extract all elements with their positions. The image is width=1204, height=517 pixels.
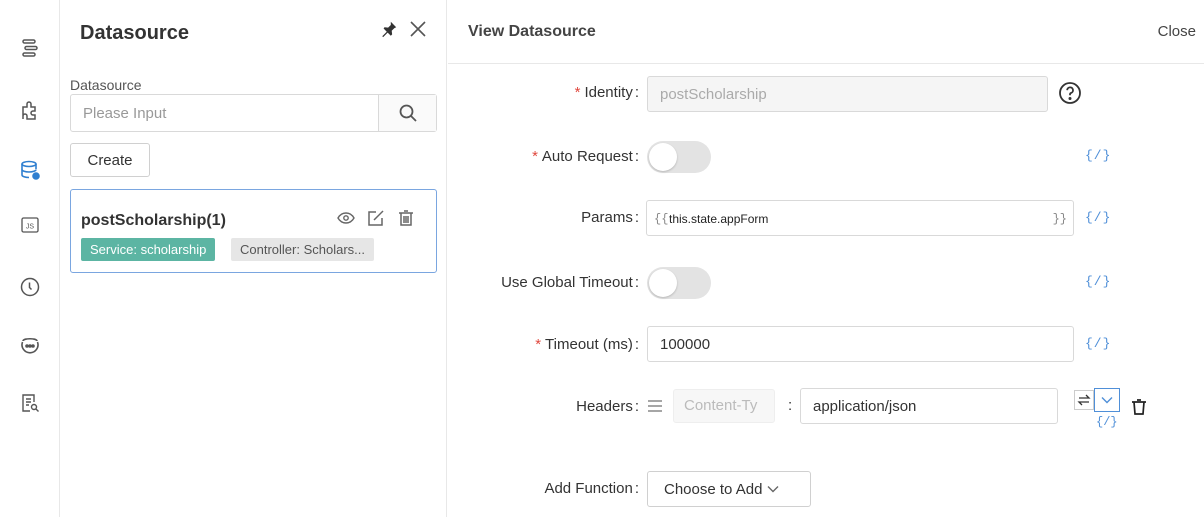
identity-label: * Identity: — [575, 84, 639, 101]
service-tag: Service: scholarship — [81, 238, 216, 261]
edit-icon[interactable] — [365, 207, 387, 229]
help-icon[interactable] — [1058, 81, 1082, 105]
close-panel-icon[interactable] — [407, 18, 429, 40]
card-actions — [335, 207, 417, 229]
identity-input — [647, 76, 1048, 112]
global-timeout-toggle[interactable] — [647, 267, 711, 299]
header-colon: : — [788, 397, 793, 414]
search-doc-icon[interactable] — [17, 390, 43, 416]
svg-text:JS: JS — [26, 224, 35, 231]
colon: : — [634, 84, 639, 101]
required-mark: * — [574, 84, 581, 101]
identity-label-text: Identity — [584, 84, 633, 101]
close-button[interactable]: Close — [1158, 23, 1196, 40]
colon: : — [634, 209, 639, 226]
auto-request-fx-button[interactable]: {/} — [1085, 148, 1111, 163]
datasource-search-input[interactable] — [71, 95, 378, 131]
datasource-search — [70, 94, 437, 132]
trash-icon[interactable] — [395, 207, 417, 229]
required-mark: * — [532, 148, 538, 165]
header-value-input[interactable] — [800, 388, 1058, 424]
drag-handle-icon[interactable] — [646, 397, 664, 415]
params-label-text: Params — [581, 209, 633, 226]
search-icon — [399, 104, 417, 122]
params-close-brace: }} — [1052, 212, 1067, 226]
outline-icon[interactable] — [17, 35, 43, 61]
chevron-down-icon[interactable] — [1094, 388, 1120, 412]
delete-header-icon[interactable] — [1129, 397, 1149, 417]
params-open-brace: {{ — [654, 212, 669, 226]
datasource-icon[interactable] — [17, 157, 43, 183]
add-function-select-label: Choose to Add — [664, 480, 763, 498]
header-key-input[interactable]: Content-Ty — [673, 389, 775, 423]
auto-request-label-text: Auto Request — [541, 148, 633, 165]
main-header: View Datasource Close — [448, 0, 1204, 64]
headers-label: Headers: — [576, 398, 639, 415]
colon: : — [634, 148, 639, 165]
timeout-label-text: Timeout (ms) — [545, 336, 633, 353]
global-timeout-label: Use Global Timeout: — [501, 274, 639, 291]
datasource-field-label: Datasource — [70, 77, 142, 93]
auto-request-label: * Auto Request: — [532, 148, 639, 165]
ai-icon[interactable] — [17, 332, 43, 358]
colon: : — [634, 336, 639, 353]
timeout-label: * Timeout (ms): — [535, 336, 639, 353]
params-value: this.state.appForm — [669, 212, 769, 226]
params-input[interactable]: {{ this.state.appForm }} — [646, 200, 1074, 236]
timeout-fx-button[interactable]: {/} — [1085, 336, 1111, 351]
params-label: Params: — [581, 209, 639, 226]
header-fx-button[interactable]: {/} — [1096, 415, 1118, 429]
headers-label-text: Headers — [576, 398, 633, 415]
panel-title: Datasource — [80, 22, 189, 44]
pin-icon[interactable] — [380, 20, 398, 38]
icon-rail: JS — [0, 0, 60, 517]
global-timeout-fx-button[interactable]: {/} — [1085, 274, 1111, 289]
controller-tag: Controller: Scholars... — [231, 238, 374, 261]
colon: : — [634, 398, 639, 415]
search-button[interactable] — [378, 95, 436, 131]
create-button[interactable]: Create — [70, 143, 150, 177]
swap-icon[interactable] — [1074, 390, 1094, 410]
required-mark: * — [535, 336, 542, 353]
page-title: View Datasource — [468, 23, 596, 40]
auto-request-toggle[interactable] — [647, 141, 711, 173]
colon: : — [634, 480, 639, 497]
chevron-down-icon — [767, 486, 779, 493]
add-function-select[interactable]: Choose to Add — [647, 471, 811, 507]
datasource-card[interactable]: postScholarship(1) Service: scholarship … — [70, 189, 437, 273]
view-icon[interactable] — [335, 207, 357, 229]
add-function-label-text: Add Function — [544, 480, 633, 497]
plugin-icon[interactable] — [17, 97, 43, 123]
history-icon[interactable] — [17, 274, 43, 300]
datasource-name: postScholarship(1) — [81, 212, 226, 229]
view-datasource: View Datasource Close *Identity: *Auto R… — [448, 0, 1204, 517]
js-icon[interactable]: JS — [17, 212, 43, 238]
timeout-input[interactable] — [647, 326, 1074, 362]
global-timeout-label-text: Use Global Timeout — [501, 274, 633, 291]
add-function-label: Add Function: — [544, 480, 639, 497]
params-fx-button[interactable]: {/} — [1085, 210, 1111, 225]
datasource-panel: Datasource Datasource Create postScholar… — [61, 0, 447, 517]
colon: : — [634, 274, 639, 291]
